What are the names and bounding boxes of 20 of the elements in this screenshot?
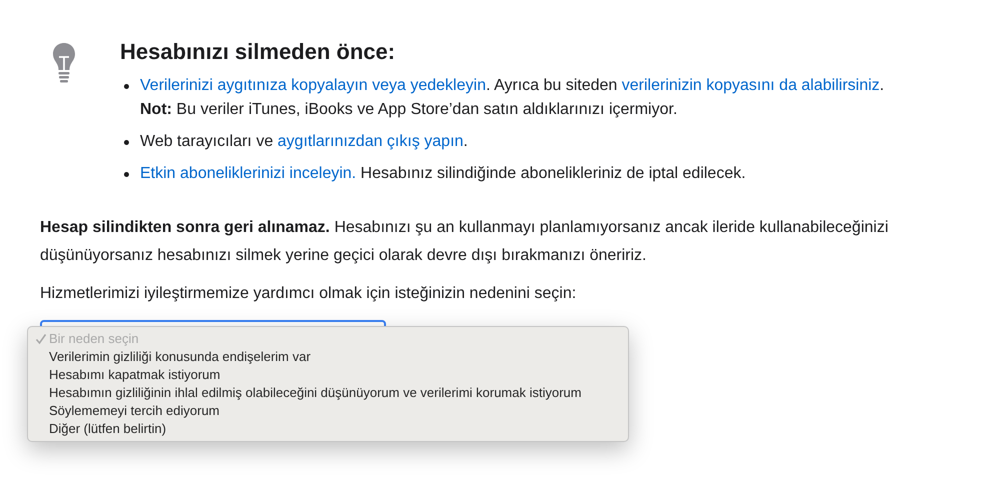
heading: Hesabınızı silmeden önce: <box>120 38 396 66</box>
checkmark-icon <box>35 333 47 345</box>
prompt-text: Hizmetlerimizi iyileştirmemize yardımcı olmak için isteğinizin nedenini seçin: <box>40 284 578 304</box>
bullet-icon <box>124 140 129 145</box>
link[interactable]: Etkin aboneliklerinizi inceleyin. <box>140 165 356 182</box>
menu-option[interactable]: Hesabımın gizliliğinin ihlal edilmiş olabileceğini düşünüyorum ve verilerimi korumak istiyorum <box>28 384 628 402</box>
menu-option[interactable]: Verilerimin gizliliği konusunda endişelerim var <box>28 348 628 366</box>
bullet-icon <box>124 84 129 89</box>
menu-option[interactable]: Hesabımı kapatmak istiyorum <box>28 366 628 384</box>
bullet-text: Etkin aboneliklerinizi inceleyin. Hesabınız silindiğinde abonelikleriniz de iptal edilecek. <box>140 164 746 184</box>
warning-paragraph: Hesap silindikten sonra geri alınamaz. Hesabınızı şu an kullanmayı planlamıyorsanız ancak ileride kullanabileceğinizi düşünüyorsanız hesabınızı silmek yerine geçici olarak devre dışı bırakmanızı öneririz. <box>40 218 890 266</box>
menu-option[interactable]: Diğer (lütfen belirtin) <box>28 420 628 438</box>
bullet-icon <box>124 172 129 177</box>
link[interactable]: aygıtlarınızdan çıkış yapın <box>278 133 464 150</box>
menu-option[interactable]: Söylememeyi tercih ediyorum <box>28 402 628 420</box>
bullet-text: Verilerinizi aygıtınıza kopyalayın veya yedekleyin. Ayrıca bu siteden verilerinizin kopyasını da alabilirsiniz. <box>140 76 884 96</box>
link[interactable]: Verilerinizi aygıtınıza kopyalayın veya yedekleyin <box>140 77 486 94</box>
link[interactable]: verilerinizin kopyasını da alabilirsiniz <box>622 77 880 94</box>
bullet-text: Not: Bu veriler iTunes, iBooks ve App Store’dan satın aldıklarınızı içermiyor. <box>140 100 678 120</box>
bullet-text: Web tarayıcıları ve aygıtlarınızdan çıkış yapın. <box>140 132 468 152</box>
